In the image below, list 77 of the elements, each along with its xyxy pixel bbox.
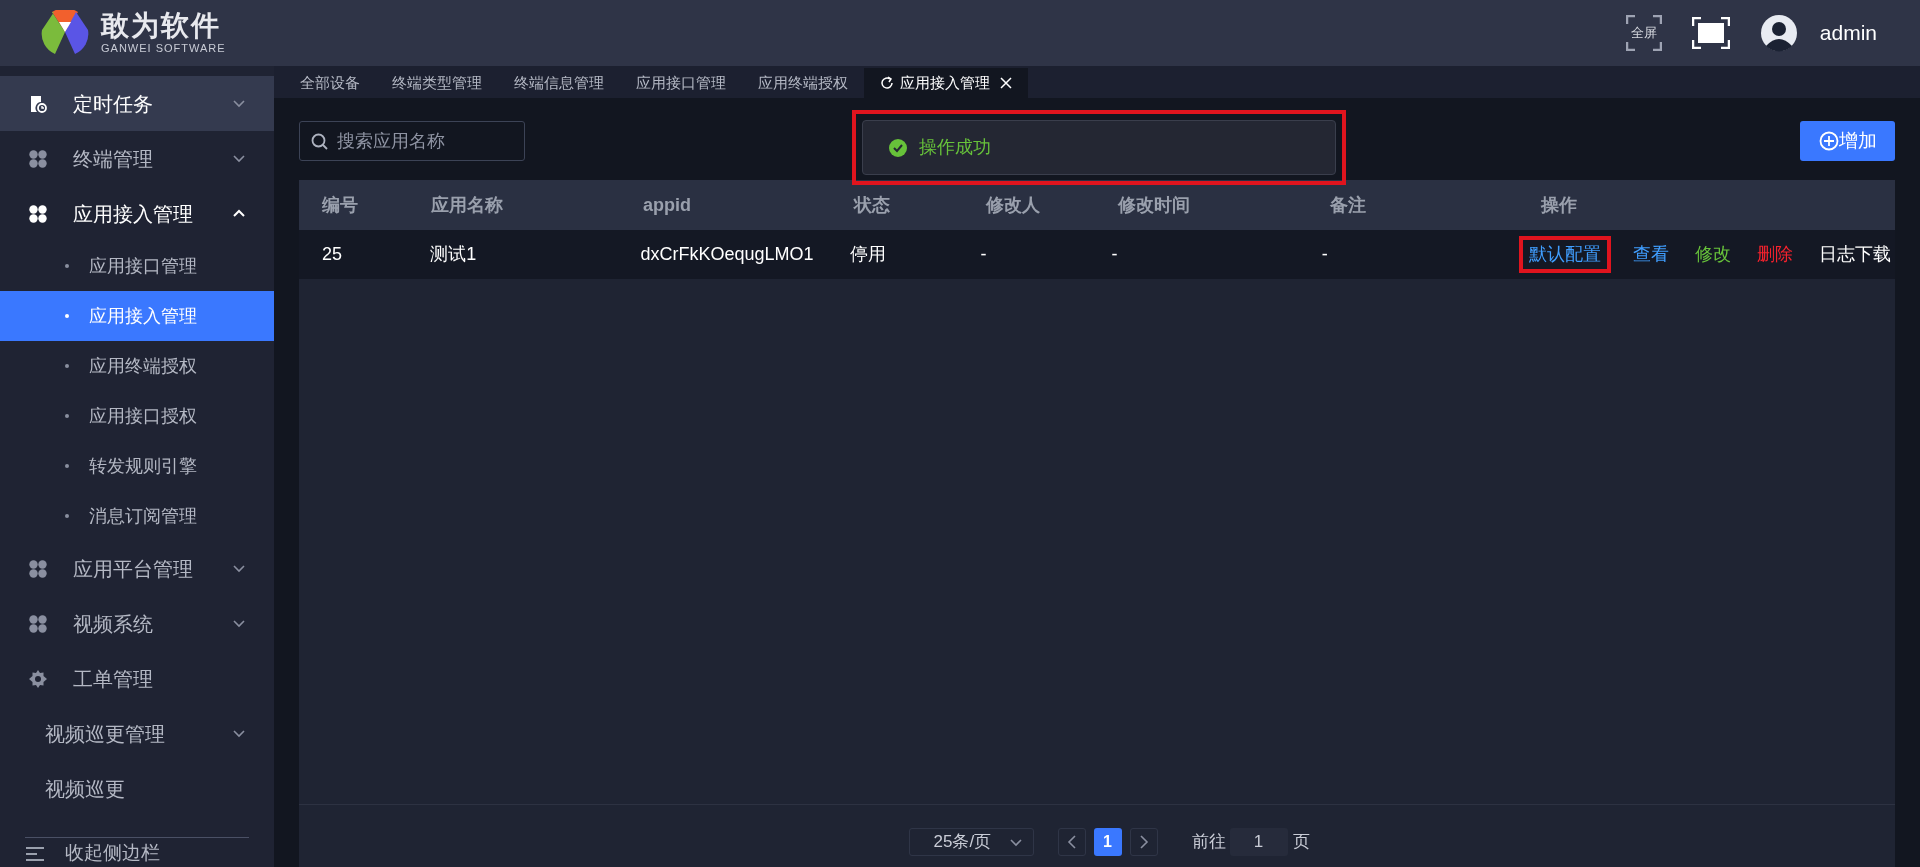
collapse-sidebar-link[interactable]: 收起侧边栏 bbox=[65, 839, 160, 867]
logo-subtitle: GANWEI SOFTWARE bbox=[101, 43, 226, 54]
collapse-icon[interactable] bbox=[25, 845, 45, 862]
fullscreen-button[interactable]: 全屏 bbox=[1625, 15, 1662, 51]
tab[interactable]: 应用接入管理 bbox=[864, 68, 1028, 98]
column-header: 备注 bbox=[1330, 194, 1366, 215]
gear-icon bbox=[29, 669, 47, 688]
table-cell: - bbox=[1111, 244, 1118, 264]
action-link[interactable]: 修改 bbox=[1695, 244, 1731, 264]
tab[interactable]: 终端信息管理 bbox=[498, 68, 620, 98]
table-cell: 25 bbox=[322, 244, 343, 264]
chevron-down-icon bbox=[232, 562, 246, 575]
column-header: 操作 bbox=[1541, 194, 1577, 215]
user-name[interactable]: admin bbox=[1819, 17, 1877, 49]
sidebar-subitem[interactable]: 应用终端授权 bbox=[0, 341, 274, 391]
sidebar-item[interactable]: 应用平台管理 bbox=[0, 541, 274, 596]
sidebar-item[interactable]: 终端管理 bbox=[0, 131, 274, 186]
sidebar-item[interactable]: 应用接入管理 bbox=[0, 186, 274, 241]
document-clock-icon bbox=[29, 94, 47, 113]
logo-icon bbox=[41, 10, 89, 56]
action-link[interactable]: 默认配置 bbox=[1529, 244, 1601, 264]
four-petal-icon bbox=[29, 559, 47, 578]
column-header: 应用名称 bbox=[431, 194, 503, 215]
page-number-field[interactable]: 1 bbox=[1229, 828, 1288, 856]
sidebar-item[interactable]: 视频巡更管理 bbox=[0, 706, 274, 761]
sidebar-subitem[interactable]: 应用接口管理 bbox=[0, 241, 274, 291]
add-button[interactable]: 增加 bbox=[1800, 121, 1895, 161]
page-size-select[interactable]: 25条/页 bbox=[908, 828, 1034, 856]
sidebar-item[interactable]: 视频巡更 bbox=[0, 761, 274, 816]
search-icon bbox=[311, 133, 328, 150]
four-petal-icon bbox=[29, 204, 47, 223]
column-header: 修改时间 bbox=[1118, 194, 1190, 215]
page-button[interactable]: 1 bbox=[1093, 828, 1122, 856]
action-link[interactable]: 删除 bbox=[1757, 244, 1793, 264]
goto-label: 前往 bbox=[1191, 831, 1226, 854]
sidebar-subitem[interactable]: 应用接口授权 bbox=[0, 391, 274, 441]
sidebar-subitem[interactable]: 消息订阅管理 bbox=[0, 491, 274, 541]
tab[interactable]: 终端类型管理 bbox=[376, 68, 498, 98]
chevron-down-icon bbox=[232, 152, 246, 165]
four-petal-icon bbox=[29, 614, 47, 633]
sidebar-subitem[interactable]: 转发规则引擎 bbox=[0, 441, 274, 491]
avatar-icon[interactable] bbox=[1759, 14, 1798, 52]
chevron-left-icon bbox=[1066, 835, 1077, 849]
column-header: appid bbox=[643, 194, 691, 215]
sidebar-item[interactable]: 工单管理 bbox=[0, 651, 274, 706]
tab[interactable]: 全部设备 bbox=[284, 68, 376, 98]
chevron-down-icon bbox=[232, 97, 246, 110]
column-header: 修改人 bbox=[986, 194, 1040, 215]
logo-title: 敢为软件 bbox=[101, 12, 222, 40]
screen-icon[interactable] bbox=[1691, 17, 1730, 49]
next-page-button[interactable] bbox=[1129, 828, 1158, 856]
page-suffix: 页 bbox=[1292, 831, 1310, 854]
action-link[interactable]: 查看 bbox=[1633, 244, 1669, 264]
chevron-down-icon bbox=[232, 727, 246, 740]
table-cell: 停用 bbox=[849, 244, 886, 264]
four-petal-icon bbox=[29, 149, 47, 168]
search-field[interactable]: 搜索应用名称 bbox=[299, 121, 525, 161]
sidebar-subitem[interactable]: 应用接入管理 bbox=[0, 291, 274, 341]
action-link[interactable]: 日志下载 bbox=[1819, 244, 1891, 264]
refresh-icon[interactable] bbox=[880, 76, 894, 90]
toast-message: 操作成功 bbox=[919, 136, 991, 159]
sidebar-item[interactable]: 视频系统 bbox=[0, 596, 274, 651]
previous-page-button[interactable] bbox=[1057, 828, 1086, 856]
chevron-right-icon bbox=[1138, 835, 1149, 849]
close-icon[interactable] bbox=[1000, 77, 1012, 89]
check-circle-icon bbox=[889, 138, 907, 157]
sidebar-item[interactable]: 定时任务 bbox=[0, 76, 274, 131]
table-cell: 测试1 bbox=[430, 244, 477, 264]
chevron-down-icon bbox=[232, 617, 246, 630]
tab[interactable]: 应用终端授权 bbox=[742, 68, 864, 98]
tab[interactable]: 应用接口管理 bbox=[620, 68, 742, 98]
table-cell: - bbox=[1321, 244, 1328, 264]
column-header: 状态 bbox=[854, 194, 890, 215]
table-cell: - bbox=[980, 244, 987, 264]
table-cell: dxCrFkKOequgLMO1 bbox=[640, 244, 814, 264]
plus-circle-icon bbox=[1818, 131, 1839, 151]
column-header: 编号 bbox=[322, 194, 358, 215]
